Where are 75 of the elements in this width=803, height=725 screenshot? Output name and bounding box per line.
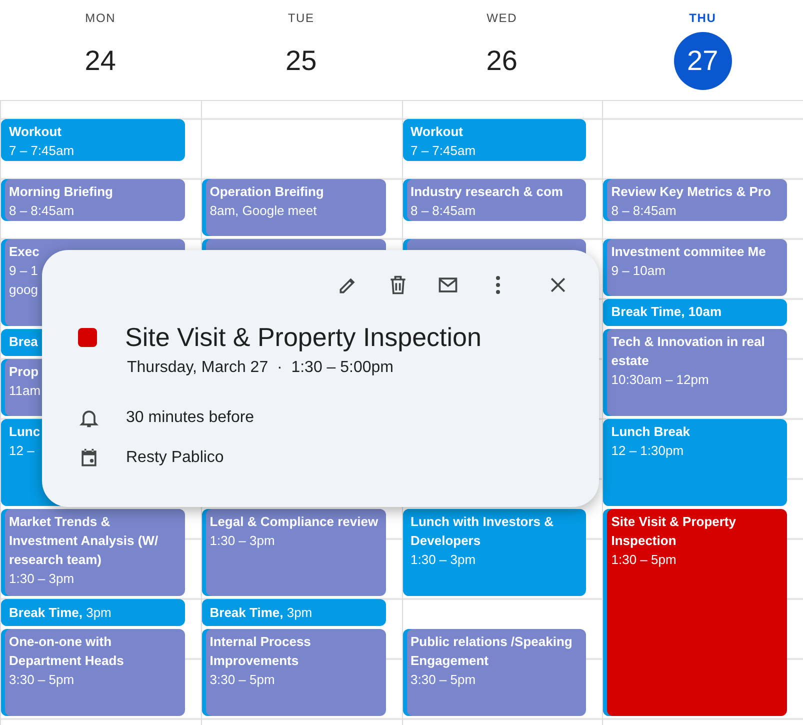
weekday-label: MON	[85, 11, 116, 25]
event-title: Break Time, 10am	[611, 303, 722, 321]
event-title: Lunc	[9, 423, 40, 441]
event-title: Prop	[9, 363, 39, 381]
event-title: Legal & Compliance review	[210, 513, 378, 531]
calendar-event[interactable]: Public relations /Speaking Engagement 3:30 – 5pm	[402, 629, 586, 716]
calendar-event[interactable]: Break Time, 3pm	[1, 599, 185, 626]
event-time: 8 – 8:45am	[410, 202, 476, 220]
event-time: 7 – 7:45am	[410, 142, 476, 160]
date-number[interactable]: 24	[71, 32, 130, 90]
event-label: Break Time, 3pm	[210, 605, 312, 620]
weekday-label: WED	[486, 11, 518, 25]
date-number[interactable]: 26	[472, 32, 531, 90]
event-title: Tech & Innovation in real estate	[611, 333, 766, 370]
event-title: Public relations /Speaking Engagement	[410, 633, 574, 670]
event-title: Morning Briefing	[9, 183, 113, 201]
calendar-event[interactable]: Lunch Break 12 – 1:30pm	[603, 419, 787, 506]
calendar-event[interactable]: Break Time, 10am	[603, 299, 787, 326]
calendar-event[interactable]: Internal Process Improvements 3:30 – 5pm	[202, 629, 386, 716]
event-title: Review Key Metrics & Pro	[611, 183, 771, 201]
event-title: Exec	[9, 243, 40, 261]
event-time: 1:30 – 3pm	[9, 570, 74, 588]
event-title: Internal Process Improvements	[210, 633, 312, 670]
event-time: 9 – 1	[9, 262, 38, 280]
event-label: Break Time, 3pm	[9, 605, 112, 620]
event-time: 7 – 7:45am	[9, 142, 74, 160]
event-time: 1:30 – 3pm	[410, 551, 476, 569]
event-title: Site Visit & Property Inspection	[611, 513, 737, 550]
date-number[interactable]: 27	[674, 32, 732, 90]
calendar-event[interactable]: Legal & Compliance review 1:30 – 3pm	[202, 509, 386, 596]
calendar-event[interactable]: Operation Breifing 8am, Google meet	[202, 179, 386, 236]
event-title: Site Visit & Property Inspection	[125, 322, 482, 353]
event-title: One-on-one with Department Heads	[9, 633, 125, 670]
more-icon	[496, 276, 500, 294]
event-time: 9 – 10am	[611, 262, 666, 280]
date-number[interactable]: 25	[272, 32, 330, 90]
event-title: Brea	[9, 333, 38, 351]
event-time: 8 – 8:45am	[9, 202, 74, 220]
reminder-text: 30 minutes before	[126, 409, 254, 427]
calendar-event[interactable]: Industry research & com 8 – 8:45am	[402, 179, 586, 221]
weekday-label: TUE	[288, 11, 314, 25]
calendar-event[interactable]: Morning Briefing 8 – 8:45am	[1, 179, 185, 221]
event-title: Workout	[410, 123, 463, 141]
calendar-event[interactable]: Site Visit & Property Inspection 1:30 – 5pm	[603, 509, 787, 716]
calendar-event[interactable]: Break Time, 3pm	[202, 599, 386, 626]
event-time: 11am	[9, 382, 41, 400]
event-time: 12 –	[9, 442, 34, 460]
event-title: Market Trends & Investment Analysis (W/ research team)	[9, 513, 160, 569]
event-title: Investment commitee Me	[611, 243, 766, 261]
calendar-event[interactable]: Workout 7 – 7:45am	[1, 119, 185, 161]
event-time: 8 – 8:45am	[611, 202, 676, 220]
event-time: 1:30 – 3pm	[210, 532, 275, 550]
calendar-event[interactable]: Workout 7 – 7:45am	[402, 119, 586, 161]
weekday-label: THU	[689, 11, 716, 25]
event-time: 3:30 – 5pm	[210, 671, 275, 689]
event-time: 3:30 – 5pm	[9, 671, 74, 689]
event-time: 10:30am – 12pm	[611, 371, 709, 389]
calendar-event[interactable]: One-on-one with Department Heads 3:30 – 5pm	[1, 629, 185, 716]
calendar-event[interactable]: Tech & Innovation in real estate 10:30am – 12pm	[603, 329, 787, 416]
event-time: 1:30 – 5pm	[611, 551, 676, 569]
calendar-event[interactable]: Market Trends & Investment Analysis (W/ research team) 1:30 – 3pm	[1, 509, 185, 596]
event-time: 3:30 – 5pm	[410, 671, 476, 689]
event-time: 8am, Google meet	[210, 202, 317, 220]
calendar-event[interactable]: Review Key Metrics & Pro 8 – 8:45am	[603, 179, 787, 221]
calendar-event[interactable]: Investment commitee Me 9 – 10am	[603, 239, 787, 296]
event-title: Lunch with Investors & Developers	[410, 513, 555, 550]
calendar-owner: Resty Pablico	[126, 449, 224, 467]
event-title: Lunch Break	[611, 423, 690, 441]
event-title: Industry research & com	[410, 183, 563, 201]
event-title: Workout	[9, 123, 62, 141]
event-time: 12 – 1:30pm	[611, 442, 684, 460]
calendar-event[interactable]: Lunch with Investors & Developers 1:30 – 3pm	[402, 509, 586, 596]
event-location: goog	[9, 281, 38, 299]
event-title: Operation Breifing	[210, 183, 324, 201]
event-date-time: Thursday, March 27 · 1:30 – 5:00pm	[127, 359, 394, 377]
